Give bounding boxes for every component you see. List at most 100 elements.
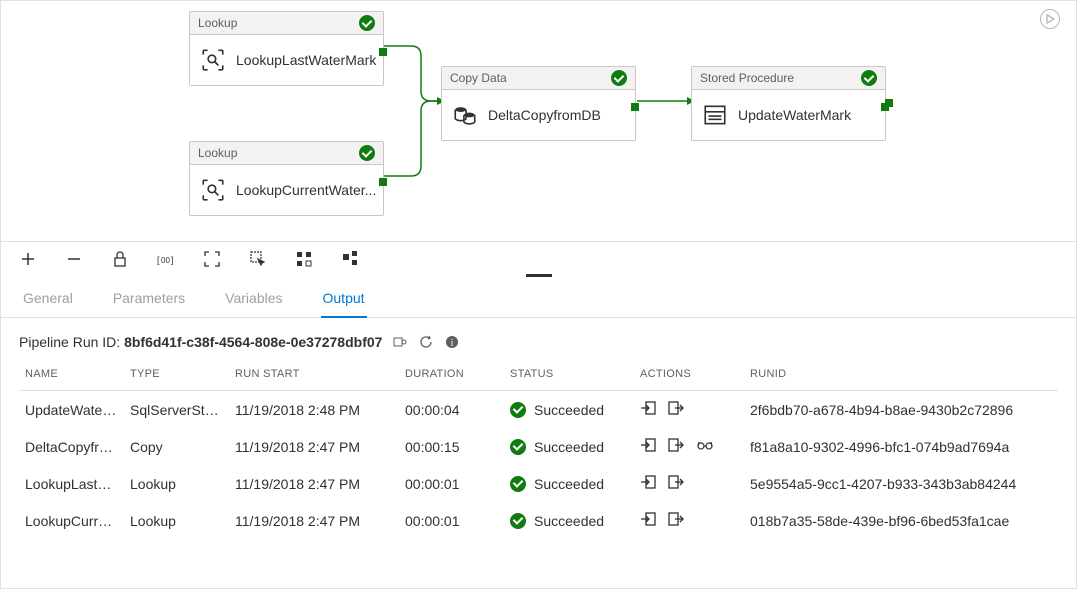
cell-runid: 018b7a35-58de-439e-bf96-6bed53fa1cae bbox=[744, 502, 1058, 539]
cell-actions bbox=[634, 428, 744, 465]
cell-duration: 00:00:01 bbox=[399, 502, 504, 539]
col-runid: RUNID bbox=[744, 360, 1058, 391]
col-run-start: RUN START bbox=[229, 360, 399, 391]
output-icon[interactable] bbox=[668, 512, 684, 529]
activity-a2[interactable]: Lookup LookupCurrentWater... bbox=[189, 141, 384, 216]
cell-name: DeltaCopyfromDB bbox=[19, 428, 124, 465]
input-icon[interactable] bbox=[640, 512, 656, 529]
cell-type: Lookup bbox=[124, 465, 229, 502]
tab-general[interactable]: General bbox=[21, 286, 75, 317]
select-icon[interactable] bbox=[249, 250, 267, 268]
input-icon[interactable] bbox=[640, 475, 656, 492]
cell-type: Copy bbox=[124, 428, 229, 465]
activity-name: LookupLastWaterMark bbox=[236, 52, 376, 68]
activity-a1[interactable]: Lookup LookupLastWaterMark bbox=[189, 11, 384, 86]
output-icon[interactable] bbox=[668, 438, 684, 455]
cell-runid: 5e9554a5-9cc1-4207-b933-343b3ab84244 bbox=[744, 465, 1058, 502]
cell-actions bbox=[634, 502, 744, 539]
cell-type: Lookup bbox=[124, 502, 229, 539]
debug-button[interactable] bbox=[1040, 9, 1060, 29]
col-duration: DURATION bbox=[399, 360, 504, 391]
output-icon[interactable] bbox=[668, 401, 684, 418]
activity-name: DeltaCopyfromDB bbox=[488, 107, 601, 123]
cell-status: Succeeded bbox=[504, 502, 634, 539]
col-type: TYPE bbox=[124, 360, 229, 391]
col-name: NAME bbox=[19, 360, 124, 391]
output-port[interactable] bbox=[631, 103, 639, 111]
table-row: LookupCurrentWLookup11/19/2018 2:47 PM00… bbox=[19, 502, 1058, 539]
refresh-icon[interactable] bbox=[418, 334, 434, 350]
success-icon bbox=[510, 513, 526, 529]
success-icon bbox=[611, 70, 627, 86]
output-port[interactable] bbox=[379, 178, 387, 186]
output-port[interactable] bbox=[885, 99, 893, 107]
success-icon bbox=[861, 70, 877, 86]
success-icon bbox=[510, 476, 526, 492]
cell-duration: 00:00:01 bbox=[399, 465, 504, 502]
details-icon[interactable] bbox=[696, 438, 714, 455]
run-id-bar: Pipeline Run ID: 8bf6d41f-c38f-4564-808e… bbox=[1, 318, 1076, 360]
zoom-100-icon[interactable]: [00] bbox=[157, 250, 175, 268]
table-header-row: NAMETYPERUN STARTDURATIONSTATUSACTIONSRU… bbox=[19, 360, 1058, 391]
input-icon[interactable] bbox=[640, 401, 656, 418]
success-icon bbox=[510, 402, 526, 418]
success-icon bbox=[510, 439, 526, 455]
activity-name: LookupCurrentWater... bbox=[236, 182, 376, 198]
cell-status: Succeeded bbox=[504, 391, 634, 429]
cell-duration: 00:00:15 bbox=[399, 428, 504, 465]
activity-a3[interactable]: Copy Data DeltaCopyfromDB bbox=[441, 66, 636, 141]
svg-text:[: [ bbox=[157, 255, 160, 265]
cell-actions bbox=[634, 391, 744, 429]
activity-a4[interactable]: Stored Procedure UpdateWaterMark bbox=[691, 66, 886, 141]
run-id-label: Pipeline Run ID: 8bf6d41f-c38f-4564-808e… bbox=[19, 334, 382, 350]
output-table: NAMETYPERUN STARTDURATIONSTATUSACTIONSRU… bbox=[19, 360, 1058, 539]
pipeline-canvas[interactable]: Lookup LookupLastWaterMark Lookup LookupCur… bbox=[1, 1, 1076, 241]
activity-type-label: Stored Procedure bbox=[700, 71, 794, 85]
copy-runid-icon[interactable] bbox=[392, 334, 408, 350]
cell-runid: f81a8a10-9302-4996-bfc1-074b9ad7694a bbox=[744, 428, 1058, 465]
canvas-toolbar: [00] bbox=[1, 241, 1076, 276]
success-icon bbox=[359, 145, 375, 161]
output-icon[interactable] bbox=[668, 475, 684, 492]
cell-status: Succeeded bbox=[504, 428, 634, 465]
cell-duration: 00:00:04 bbox=[399, 391, 504, 429]
tab-output[interactable]: Output bbox=[321, 286, 367, 318]
cell-name: LookupLastWater bbox=[19, 465, 124, 502]
cell-type: SqlServerStoredP bbox=[124, 391, 229, 429]
cell-status: Succeeded bbox=[504, 465, 634, 502]
tab-parameters[interactable]: Parameters bbox=[111, 286, 187, 317]
cell-runid: 2f6bdb70-a678-4b94-b8ae-9430b2c72896 bbox=[744, 391, 1058, 429]
svg-text:]: ] bbox=[171, 255, 174, 265]
cell-name: LookupCurrentW bbox=[19, 502, 124, 539]
activity-type-label: Copy Data bbox=[450, 71, 507, 85]
col-status: STATUS bbox=[504, 360, 634, 391]
table-row: UpdateWaterMarkSqlServerStoredP11/19/201… bbox=[19, 391, 1058, 429]
cell-start: 11/19/2018 2:47 PM bbox=[229, 465, 399, 502]
input-icon[interactable] bbox=[640, 438, 656, 455]
lock-icon[interactable] bbox=[111, 250, 129, 268]
tree-view-icon[interactable] bbox=[341, 250, 359, 268]
info-icon[interactable]: i bbox=[444, 334, 460, 350]
fit-screen-icon[interactable] bbox=[203, 250, 221, 268]
svg-text:00: 00 bbox=[161, 256, 170, 265]
zoom-in-icon[interactable] bbox=[19, 250, 37, 268]
success-icon bbox=[359, 15, 375, 31]
cell-start: 11/19/2018 2:48 PM bbox=[229, 391, 399, 429]
cell-start: 11/19/2018 2:47 PM bbox=[229, 428, 399, 465]
cell-name: UpdateWaterMark bbox=[19, 391, 124, 429]
svg-text:i: i bbox=[451, 338, 454, 349]
auto-align-icon[interactable] bbox=[295, 250, 313, 268]
activity-type-label: Lookup bbox=[198, 16, 237, 30]
zoom-out-icon[interactable] bbox=[65, 250, 83, 268]
activity-type-label: Lookup bbox=[198, 146, 237, 160]
table-row: DeltaCopyfromDBCopy11/19/2018 2:47 PM00:… bbox=[19, 428, 1058, 465]
tab-variables[interactable]: Variables bbox=[223, 286, 284, 317]
output-port[interactable] bbox=[379, 48, 387, 56]
col-actions: ACTIONS bbox=[634, 360, 744, 391]
table-row: LookupLastWaterLookup11/19/2018 2:47 PM0… bbox=[19, 465, 1058, 502]
activity-name: UpdateWaterMark bbox=[738, 107, 851, 123]
details-tabs: General Parameters Variables Output bbox=[1, 276, 1076, 318]
cell-actions bbox=[634, 465, 744, 502]
panel-drag-handle[interactable] bbox=[526, 274, 552, 277]
cell-start: 11/19/2018 2:47 PM bbox=[229, 502, 399, 539]
